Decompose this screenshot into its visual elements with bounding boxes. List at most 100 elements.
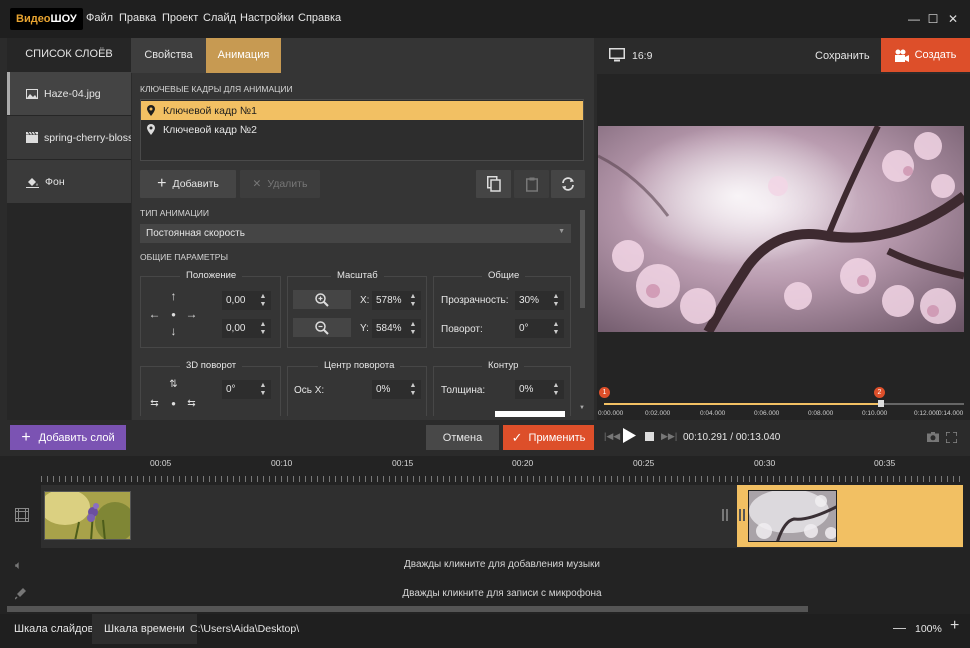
scale-y-input[interactable]: 584% [372, 319, 405, 338]
opacity-stepper[interactable]: ▲ ▼ [548, 291, 564, 310]
save-button[interactable]: Сохранить [815, 40, 870, 72]
layer-item-background[interactable]: Фон [7, 160, 131, 203]
timeline-ruler[interactable] [41, 458, 963, 482]
fullscreen-icon[interactable] [946, 432, 957, 443]
scale-y-stepper[interactable]: ▲ ▼ [405, 319, 421, 338]
zoom-out-button[interactable] [293, 318, 351, 337]
layer-item-haze[interactable]: Haze-04.jpg [7, 72, 131, 115]
maximize-icon[interactable]: ☐ [924, 10, 942, 28]
apply-button[interactable]: ✓ Применить [503, 425, 594, 450]
menu-settings[interactable]: Настройки [240, 12, 294, 24]
plus-icon: + [157, 175, 167, 192]
tab-properties[interactable]: Свойства [131, 38, 206, 73]
minimize-icon[interactable]: — [905, 10, 923, 28]
arrow-down-icon[interactable]: ↓ [165, 323, 182, 340]
keyframe-marker-2[interactable]: 2 [874, 387, 885, 398]
tab-slide-track[interactable]: Шкала слайдов [2, 614, 105, 644]
skip-forward-icon[interactable]: ▶▶| [661, 431, 677, 442]
outline-color-swatch[interactable] [495, 411, 565, 417]
playhead-handle[interactable] [878, 400, 884, 407]
cancel-button[interactable]: Отмена [426, 425, 499, 450]
rotation-input[interactable]: 0° [515, 319, 548, 338]
editor-scrollbar[interactable] [580, 210, 585, 308]
zoom-in-button[interactable] [293, 290, 351, 309]
menu-help[interactable]: Справка [298, 12, 341, 24]
arrow-up-icon[interactable]: ↑ [165, 288, 182, 305]
center-dot-icon[interactable]: ● [165, 306, 182, 323]
keyframe-item-1[interactable]: Ключевой кадр №1 [141, 101, 583, 120]
ruler-label: 0:14.000 [938, 410, 964, 417]
general-params-label: ОБЩИЕ ПАРАМЕТРЫ [140, 252, 228, 262]
keyframes-label: КЛЮЧЕВЫЕ КАДРЫ ДЛЯ АНИМАЦИИ [140, 84, 293, 94]
axis-x-input[interactable]: 0% [372, 380, 405, 399]
keyframe-item-2[interactable]: Ключевой кадр №2 [141, 120, 583, 139]
create-button[interactable]: Создать [881, 38, 970, 72]
clip-handle[interactable] [722, 509, 728, 521]
rotate-left-icon[interactable]: ⇆ [146, 395, 163, 412]
add-layer-label: Добавить слой [38, 431, 115, 444]
keyframe-marker-1[interactable]: 1 [599, 387, 610, 398]
timeline-tick: 00:05 [150, 458, 172, 468]
rotate-right-icon[interactable]: ⇆ [183, 395, 200, 412]
zoom-in-icon[interactable]: + [950, 617, 959, 635]
delete-keyframe-button[interactable]: ✕ Удалить [240, 170, 320, 198]
tab-timeline[interactable]: Шкала времени [92, 614, 197, 644]
opacity-label: Прозрачность: [441, 295, 509, 306]
play-icon[interactable] [623, 428, 636, 443]
position-x-stepper[interactable]: ▲ ▼ [255, 291, 271, 310]
timeline-scrollbar[interactable] [7, 606, 808, 612]
rotate-vertical-icon[interactable]: ⇅ [165, 376, 182, 393]
time-total: 00:13.040 [735, 432, 781, 443]
zoom-out-icon[interactable]: — [893, 620, 906, 635]
delete-label: Удалить [267, 178, 308, 190]
mic-hint[interactable]: Дважды кликните для записи с микрофона [41, 588, 963, 599]
plus-icon: + [21, 428, 31, 446]
ruler-label: 0:08.000 [808, 410, 834, 417]
rotation3d-input[interactable]: 0° [222, 380, 255, 399]
menu-project[interactable]: Проект [162, 12, 198, 24]
menu-edit[interactable]: Правка [119, 12, 156, 24]
scale-x-stepper[interactable]: ▲ ▼ [405, 291, 421, 310]
thickness-input[interactable]: 0% [515, 380, 548, 399]
time-display: 00:10.291 / 00:13.040 [683, 432, 780, 443]
rotation3d-stepper[interactable]: ▲ ▼ [255, 380, 271, 399]
close-icon[interactable]: ✕ [944, 10, 962, 28]
refresh-button[interactable] [551, 170, 585, 198]
stop-icon[interactable] [645, 432, 654, 441]
paste-button[interactable] [514, 170, 549, 198]
pin-icon [147, 124, 155, 135]
arrow-left-icon[interactable]: ← [146, 306, 163, 323]
opacity-input[interactable]: 30% [515, 291, 548, 310]
thickness-stepper[interactable]: ▲ ▼ [548, 380, 564, 399]
axis-x-stepper[interactable]: ▲ ▼ [405, 380, 421, 399]
add-keyframe-button[interactable]: + Добавить [140, 170, 236, 198]
music-hint[interactable]: Дважды кликните для добавления музыки [41, 559, 963, 570]
position-title: Положение [180, 269, 243, 283]
skip-back-icon[interactable]: |◀◀ [604, 431, 620, 442]
add-layer-button[interactable]: + Добавить слой [10, 425, 126, 450]
aspect-ratio[interactable]: 16:9 [632, 50, 652, 62]
menu-slide[interactable]: Слайд [203, 12, 236, 24]
snapshot-icon[interactable] [927, 432, 939, 442]
copy-button[interactable] [476, 170, 511, 198]
arrow-right-icon[interactable]: → [183, 306, 200, 323]
slide-clip-flower[interactable] [44, 491, 131, 540]
add-label: Добавить [172, 178, 219, 190]
center-dot-icon[interactable]: ● [165, 395, 182, 412]
menu-file[interactable]: Файл [86, 12, 113, 24]
common-title: Общие [482, 269, 526, 283]
tab-animation[interactable]: Анимация [206, 38, 281, 73]
layer-label: Haze-04.jpg [44, 87, 101, 100]
ruler-label: 0:10.000 [862, 410, 888, 417]
timeline-tick: 00:15 [392, 458, 414, 468]
position-y-input[interactable]: 0,00 [222, 319, 255, 338]
clip-handle[interactable] [739, 509, 745, 521]
layer-item-cherry[interactable]: spring-cherry-bloss... [7, 116, 131, 159]
position-x-input[interactable]: 0,00 [222, 291, 255, 310]
animation-type-select[interactable]: Постоянная скорость ▼ [140, 224, 571, 243]
position-y-stepper[interactable]: ▲ ▼ [255, 319, 271, 338]
layer-label: spring-cherry-bloss... [44, 131, 131, 144]
rotation-stepper[interactable]: ▲ ▼ [548, 319, 564, 338]
scroll-down-icon[interactable]: ▼ [579, 405, 585, 411]
scale-x-input[interactable]: 578% [372, 291, 405, 310]
